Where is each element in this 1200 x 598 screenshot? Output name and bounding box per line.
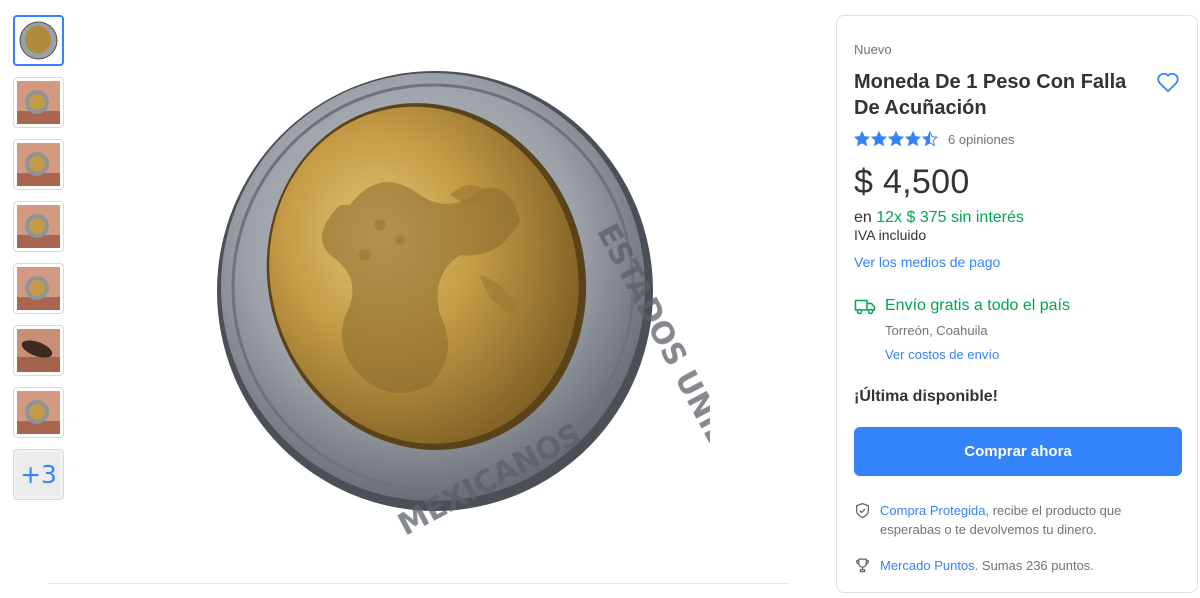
star-icon (905, 131, 921, 147)
thumbnail-image (17, 19, 60, 62)
gallery-divider (48, 583, 788, 584)
thumbnail-4[interactable] (13, 201, 64, 252)
star-icon (871, 131, 887, 147)
rating-count: 6 opiniones (948, 131, 1015, 147)
thumbnail-1[interactable] (13, 15, 64, 66)
installments: en 12x $ 375 sin interés (854, 208, 1181, 227)
item-condition: Nuevo (854, 42, 892, 57)
star-icon (922, 131, 938, 147)
price: $ 4,500 (854, 163, 970, 201)
shipping-info: Envío gratis a todo el país Torreón, Coa… (854, 296, 1181, 364)
thumbnail-image (17, 205, 60, 248)
thumbnail-image (17, 329, 60, 372)
thumbnail-image (17, 391, 60, 434)
thumbnail-7[interactable] (13, 387, 64, 438)
thumbnail-5[interactable] (13, 263, 64, 314)
buy-box: Nuevo Moneda De 1 Peso Con Falla De Acuñ… (836, 15, 1198, 593)
thumbnail-2[interactable] (13, 77, 64, 128)
star-icon (854, 131, 870, 147)
coin-image: ESTADOS UNIDOS MEXICANOS (217, 71, 761, 543)
thumbnail-image (17, 267, 60, 310)
more-images-count: +3 (17, 453, 60, 496)
installments-amount: 12x $ 375 sin interés (876, 209, 1024, 226)
loyalty-points-link[interactable]: Mercado Puntos (880, 558, 975, 573)
tax-note: IVA incluido (854, 227, 927, 243)
truck-icon (854, 299, 876, 315)
loyalty-points-text: . Sumas 236 puntos. (974, 558, 1094, 573)
thumbnail-image (17, 143, 60, 186)
star-icon (888, 131, 904, 147)
thumbnail-image (17, 81, 60, 124)
stock-status: ¡Última disponible! (854, 388, 998, 405)
thumbnail-3[interactable] (13, 139, 64, 190)
shipping-costs-link[interactable]: Ver costos de envío (885, 347, 999, 363)
payment-methods-link[interactable]: Ver los medios de pago (854, 254, 1000, 270)
product-title: Moneda De 1 Peso Con Falla De Acuñación (854, 71, 1127, 119)
protected-purchase: Compra Protegida, recibe el producto que… (854, 501, 1181, 539)
more-images-button[interactable]: +3 (13, 449, 64, 500)
shipping-origin: Torreón, Coahuila (885, 323, 988, 338)
star-rating (854, 131, 938, 147)
rating-summary[interactable]: 6 opiniones (854, 131, 1181, 147)
protected-purchase-link[interactable]: Compra Protegida (880, 503, 986, 518)
thumbnail-list: +3 (13, 15, 64, 511)
shield-check-icon (856, 502, 869, 519)
trophy-icon (856, 558, 869, 573)
heart-outline-icon[interactable] (1155, 69, 1181, 95)
thumbnail-6[interactable] (13, 325, 64, 376)
main-product-image[interactable]: ESTADOS UNIDOS MEXICANOS (150, 15, 761, 575)
free-shipping-label: Envío gratis a todo el país (885, 297, 1070, 314)
buy-now-button[interactable]: Comprar ahora (854, 427, 1182, 476)
installments-prefix: en (854, 209, 877, 226)
loyalty-points: Mercado Puntos. Sumas 236 puntos. (854, 556, 1181, 575)
